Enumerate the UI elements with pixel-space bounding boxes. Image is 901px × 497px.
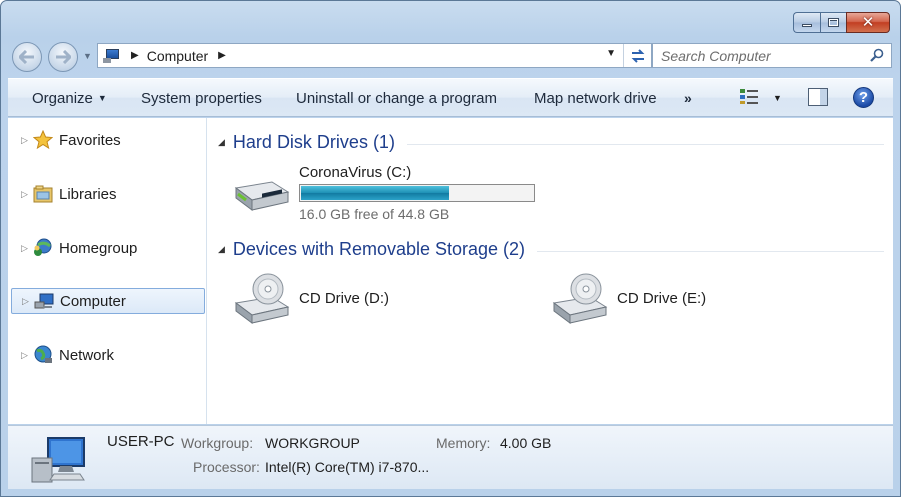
sidebar-item-homegroup[interactable]: ▷ Homegroup	[11, 235, 205, 261]
uninstall-program-button[interactable]: Uninstall or change a program	[296, 90, 497, 107]
computer-name: USER-PC	[107, 433, 175, 450]
search-input[interactable]	[661, 45, 861, 66]
group-header-hard-disk-drives[interactable]: ◢ Hard Disk Drives (1)	[218, 132, 884, 153]
drive-capacity-bar	[299, 184, 535, 202]
sidebar-item-label: Network	[59, 346, 115, 364]
memory-value: 4.00 GB	[500, 435, 552, 451]
drive-free-space: 16.0 GB free of 44.8 GB	[299, 206, 450, 222]
maximize-icon	[828, 18, 839, 27]
group-divider	[537, 250, 884, 252]
drive-info: CD Drive (E:)	[617, 273, 706, 325]
memory-label: Memory:	[436, 435, 491, 451]
forward-arrow-icon	[56, 50, 71, 64]
breadcrumb-separator-icon[interactable]: ▶	[218, 50, 226, 61]
details-pane: USER-PC Workgroup: WORKGROUP Memory: 4.0…	[8, 425, 893, 489]
drive-capacity-fill	[301, 186, 450, 200]
organize-button[interactable]: Organize ▼	[32, 90, 107, 107]
back-button[interactable]	[12, 42, 42, 72]
drive-info: CoronaVirus (C:) 16.0 GB free of 44.8 GB	[299, 164, 535, 222]
close-button[interactable]: ✕	[846, 12, 890, 33]
preview-pane-icon[interactable]	[808, 88, 828, 106]
libraries-icon	[33, 185, 53, 203]
computer-icon	[31, 437, 85, 483]
expand-icon[interactable]: ▷	[21, 243, 31, 254]
group-title: Hard Disk Drives (1)	[232, 132, 395, 152]
computer-icon	[34, 293, 54, 309]
drive-name: CD Drive (E:)	[617, 290, 707, 307]
address-bar[interactable]: ▶ Computer ▶ ▼	[97, 43, 652, 68]
view-options-chevron-icon[interactable]: ▼	[773, 93, 782, 103]
organize-label: Organize	[32, 90, 93, 107]
sidebar-item-label: Homegroup	[59, 239, 138, 257]
drive-name: CoronaVirus (C:)	[299, 164, 412, 181]
drive-name: CD Drive (D:)	[299, 290, 389, 307]
group-header-removable-storage[interactable]: ◢ Devices with Removable Storage (2)	[218, 239, 884, 260]
command-bar: Organize ▼ System properties Uninstall or…	[8, 78, 893, 117]
network-icon	[34, 345, 52, 363]
breadcrumb-separator-icon[interactable]: ▶	[131, 50, 139, 61]
minimize-icon	[802, 24, 812, 27]
map-network-drive-button[interactable]: Map network drive	[534, 90, 657, 107]
cd-drive-icon	[234, 273, 290, 324]
explorer-window: ✕ ▼ ▶ Computer ▶ ▼ Organize ▼ System prop…	[0, 0, 901, 497]
group-title: Devices with Removable Storage (2)	[232, 239, 526, 259]
search-icon[interactable]	[870, 48, 884, 62]
breadcrumb-computer[interactable]: Computer	[147, 48, 208, 64]
sidebar-item-label: Computer	[60, 292, 126, 310]
back-arrow-icon	[19, 50, 34, 64]
sidebar-item-favorites[interactable]: ▷ Favorites	[11, 127, 205, 153]
drive-e[interactable]: CD Drive (E:)	[550, 273, 706, 325]
minimize-button[interactable]	[793, 12, 820, 33]
sidebar-item-network[interactable]: ▷ Network	[11, 342, 205, 368]
refresh-button[interactable]	[623, 44, 651, 67]
computer-icon	[103, 48, 121, 63]
recent-pages-dropdown[interactable]: ▼	[83, 51, 92, 61]
help-icon[interactable]: ?	[853, 87, 874, 108]
workgroup-value: WORKGROUP	[265, 435, 360, 451]
system-properties-button[interactable]: System properties	[141, 90, 262, 107]
expand-icon[interactable]: ▷	[21, 189, 31, 200]
sidebar-item-label: Libraries	[59, 185, 117, 203]
drive-info: CD Drive (D:)	[299, 273, 389, 325]
expand-icon[interactable]: ▷	[22, 296, 32, 307]
caption-buttons: ✕	[793, 12, 890, 33]
content-area: ▷ Favorites ▷ Libraries ▷ Homegroup ▷ Co…	[8, 118, 893, 424]
navigation-bar: ▼ ▶ Computer ▶ ▼	[12, 40, 892, 72]
workgroup-label: Workgroup:	[181, 435, 254, 451]
sidebar-item-libraries[interactable]: ▷ Libraries	[11, 181, 205, 207]
collapse-group-icon[interactable]: ◢	[218, 137, 225, 148]
refresh-icon	[631, 48, 644, 63]
collapse-group-icon[interactable]: ◢	[218, 244, 225, 255]
navigation-pane: ▷ Favorites ▷ Libraries ▷ Homegroup ▷ Co…	[8, 118, 207, 424]
hard-drive-icon	[234, 181, 290, 211]
processor-label: Processor:	[193, 459, 260, 475]
expand-icon[interactable]: ▷	[21, 350, 31, 361]
file-list: ◢ Hard Disk Drives (1) CoronaVirus (C:) …	[208, 118, 893, 424]
search-box[interactable]	[652, 43, 892, 68]
star-icon	[33, 130, 53, 150]
forward-button[interactable]	[48, 42, 78, 72]
group-divider	[406, 143, 884, 145]
homegroup-icon	[34, 238, 52, 256]
drive-d[interactable]: CD Drive (D:)	[232, 273, 389, 325]
more-commands-button[interactable]: »	[684, 90, 692, 106]
cd-drive-icon	[552, 273, 608, 324]
maximize-button[interactable]	[820, 12, 846, 33]
sidebar-item-computer[interactable]: ▷ Computer	[11, 288, 205, 314]
address-dropdown-icon[interactable]: ▼	[606, 48, 616, 59]
expand-icon[interactable]: ▷	[21, 135, 31, 146]
sidebar-item-label: Favorites	[59, 131, 121, 149]
processor-value: Intel(R) Core(TM) i7-870...	[265, 459, 430, 475]
drive-c[interactable]: CoronaVirus (C:) 16.0 GB free of 44.8 GB	[232, 164, 535, 222]
change-view-icon[interactable]	[739, 88, 759, 105]
close-icon: ✕	[861, 14, 875, 31]
chevron-down-icon: ▼	[97, 93, 107, 103]
